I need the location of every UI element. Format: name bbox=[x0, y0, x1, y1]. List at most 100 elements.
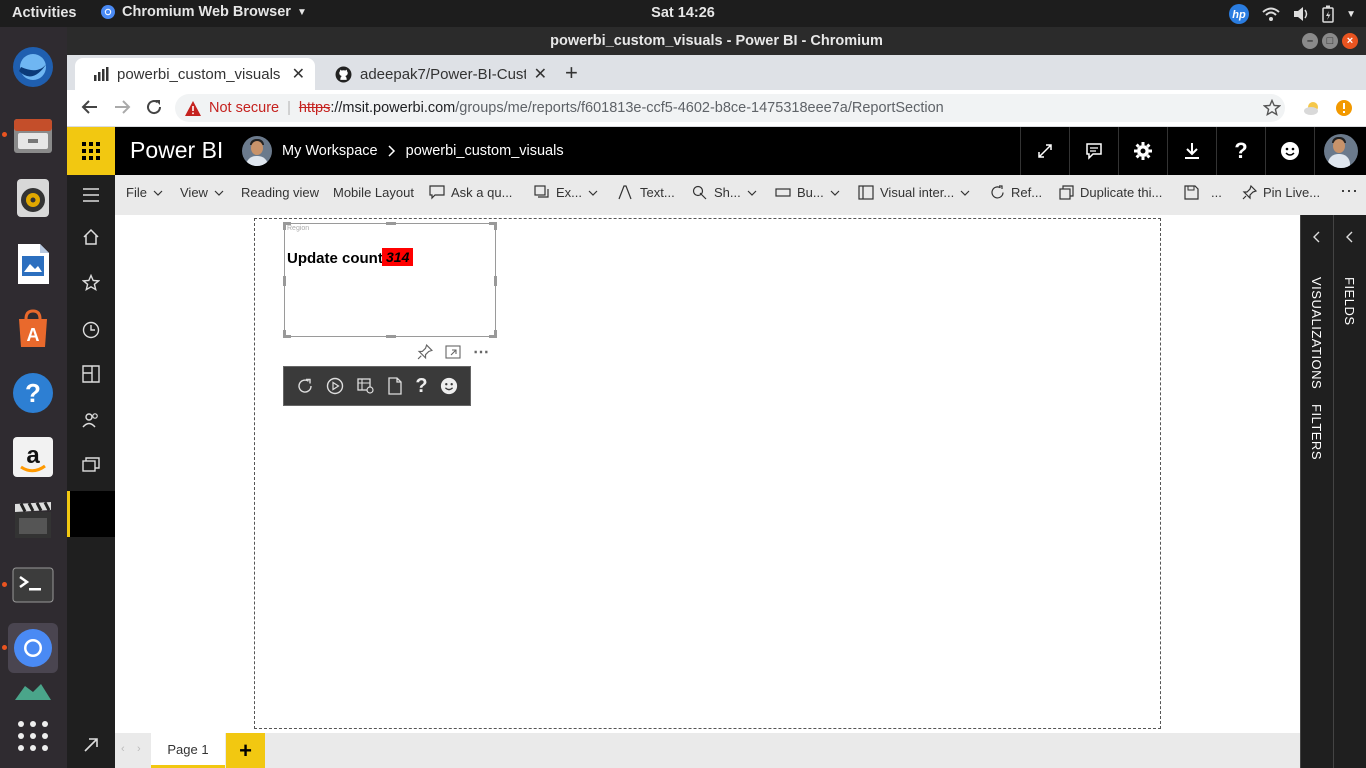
minimize-button[interactable]: – bbox=[1302, 33, 1318, 49]
nav-home[interactable] bbox=[67, 217, 115, 257]
powerbi-brand[interactable]: Power BI bbox=[130, 137, 223, 164]
chrome-menu-update-icon[interactable] bbox=[1335, 99, 1353, 117]
account-button[interactable] bbox=[1314, 127, 1366, 175]
resize-handle[interactable] bbox=[386, 335, 396, 338]
nav-collapse-button[interactable] bbox=[67, 175, 115, 215]
close-window-button[interactable]: × bbox=[1342, 33, 1358, 49]
dock-software[interactable]: A bbox=[8, 304, 58, 354]
collapse-pane-icon[interactable] bbox=[1345, 231, 1353, 243]
pin-icon bbox=[1242, 185, 1257, 200]
app-launcher-button[interactable] bbox=[67, 127, 115, 175]
window-titlebar[interactable]: powerbi_custom_visuals - Power BI - Chro… bbox=[67, 27, 1366, 55]
close-tab-icon[interactable]: ✕ bbox=[534, 64, 547, 84]
breadcrumb-report[interactable]: powerbi_custom_visuals bbox=[406, 143, 564, 159]
dock-files[interactable] bbox=[8, 110, 58, 160]
nav-favorites[interactable] bbox=[67, 263, 115, 303]
refresh-button[interactable]: Ref... bbox=[990, 185, 1042, 200]
more-options-icon[interactable]: ⋯ bbox=[473, 342, 490, 362]
dock-amazon[interactable]: a bbox=[8, 432, 58, 482]
resize-handle[interactable] bbox=[494, 222, 497, 230]
reload-button[interactable] bbox=[145, 98, 163, 116]
prev-page-arrow-icon[interactable]: ‹ bbox=[121, 743, 125, 755]
close-tab-icon[interactable]: ✕ bbox=[292, 64, 305, 84]
ask-question-button[interactable]: Ask a qu... bbox=[429, 185, 512, 200]
visualizations-label[interactable]: VISUALIZATIONS bbox=[1309, 277, 1324, 389]
add-page-button[interactable]: + bbox=[226, 733, 265, 768]
visualizations-filters-pane[interactable]: VISUALIZATIONS FILTERS bbox=[1300, 215, 1333, 768]
address-bar[interactable]: Not secure | https://msit.powerbi.com/gr… bbox=[175, 94, 1285, 122]
text-icon bbox=[618, 185, 634, 200]
fields-pane[interactable]: FIELDS bbox=[1333, 215, 1366, 768]
reload-visual-icon[interactable] bbox=[296, 377, 314, 395]
mobile-layout-button[interactable]: Mobile Layout bbox=[333, 185, 414, 200]
tab-github[interactable]: adeepak7/Power-BI-Custom ✕ bbox=[317, 58, 557, 90]
fullscreen-button[interactable] bbox=[1020, 127, 1069, 175]
collapse-pane-icon[interactable] bbox=[1312, 231, 1320, 243]
bookmark-star-icon[interactable] bbox=[1263, 99, 1281, 117]
nav-recent[interactable] bbox=[67, 310, 115, 350]
settings-button[interactable] bbox=[1118, 127, 1167, 175]
custom-visual[interactable]: Region Update count: 314 bbox=[283, 222, 497, 338]
system-tray[interactable]: hp ▼ bbox=[1228, 3, 1356, 25]
save-button[interactable]: ... bbox=[1184, 185, 1222, 200]
filters-label[interactable]: FILTERS bbox=[1309, 404, 1324, 460]
resize-handle[interactable] bbox=[283, 222, 286, 230]
maximize-button[interactable]: □ bbox=[1322, 33, 1338, 49]
resize-handle[interactable] bbox=[494, 330, 497, 338]
focus-mode-icon[interactable] bbox=[445, 344, 461, 360]
nav-current-workspace[interactable] bbox=[67, 491, 115, 537]
file-menu[interactable]: File bbox=[126, 185, 163, 200]
fields-label[interactable]: FIELDS bbox=[1342, 277, 1357, 326]
dock-chromium[interactable] bbox=[8, 623, 58, 673]
dock-help[interactable]: ? bbox=[8, 368, 58, 418]
question-icon[interactable]: ? bbox=[415, 375, 427, 398]
dock-video-editor[interactable] bbox=[8, 495, 58, 545]
resize-handle[interactable] bbox=[494, 276, 497, 286]
buttons-menu[interactable]: Bu... bbox=[775, 185, 840, 200]
visual-interactions-menu[interactable]: Visual inter... bbox=[858, 185, 970, 200]
interactions-icon bbox=[858, 185, 874, 200]
shapes-menu[interactable]: Sh... bbox=[692, 185, 757, 200]
back-button[interactable] bbox=[81, 98, 99, 116]
dock-terminal[interactable] bbox=[8, 560, 58, 610]
resize-handle[interactable] bbox=[386, 222, 396, 225]
explore-menu[interactable]: Ex... bbox=[534, 185, 598, 200]
view-menu[interactable]: View bbox=[180, 185, 224, 200]
next-page-arrow-icon[interactable]: › bbox=[137, 743, 141, 755]
chevron-down-icon bbox=[588, 190, 598, 196]
forward-button[interactable] bbox=[113, 98, 131, 116]
more-options-button[interactable]: ⋯ bbox=[1340, 181, 1358, 202]
help-button[interactable]: ? bbox=[1216, 127, 1265, 175]
export-file-icon[interactable] bbox=[387, 377, 403, 395]
nav-workspaces[interactable] bbox=[67, 446, 115, 486]
pin-live-page-button[interactable]: Pin Live... bbox=[1242, 185, 1320, 200]
nav-shared[interactable] bbox=[67, 400, 115, 440]
smiley-icon[interactable] bbox=[440, 377, 458, 395]
resize-handle[interactable] bbox=[283, 330, 286, 338]
text-box-button[interactable]: Text... bbox=[618, 185, 675, 200]
play-icon[interactable] bbox=[326, 377, 344, 395]
nav-get-data[interactable] bbox=[67, 725, 115, 765]
clock[interactable]: Sat 14:26 bbox=[0, 5, 1366, 21]
breadcrumb-workspace[interactable]: My Workspace bbox=[282, 143, 378, 159]
extension-weather-icon[interactable] bbox=[1303, 99, 1321, 117]
new-tab-button[interactable]: + bbox=[565, 60, 578, 86]
nav-apps[interactable] bbox=[67, 354, 115, 394]
show-applications-button[interactable] bbox=[8, 711, 58, 761]
dock-rhythmbox[interactable] bbox=[8, 173, 58, 223]
pin-visual-icon[interactable] bbox=[417, 344, 433, 360]
tab-powerbi[interactable]: powerbi_custom_visuals ✕ bbox=[75, 58, 315, 90]
update-count-label: Update count: bbox=[287, 250, 388, 267]
duplicate-page-button[interactable]: Duplicate thi... bbox=[1059, 185, 1162, 200]
comments-button[interactable] bbox=[1069, 127, 1118, 175]
page-tab-1[interactable]: Page 1 bbox=[151, 733, 225, 768]
dock-writer[interactable] bbox=[8, 239, 58, 289]
dock-thunderbird[interactable] bbox=[8, 42, 58, 92]
resize-handle[interactable] bbox=[283, 276, 286, 286]
dock-partial-app[interactable] bbox=[8, 680, 58, 700]
reading-view-button[interactable]: Reading view bbox=[241, 185, 319, 200]
workspaces-icon bbox=[82, 457, 100, 475]
feedback-button[interactable] bbox=[1265, 127, 1314, 175]
dataview-icon[interactable] bbox=[357, 377, 375, 395]
download-button[interactable] bbox=[1167, 127, 1216, 175]
